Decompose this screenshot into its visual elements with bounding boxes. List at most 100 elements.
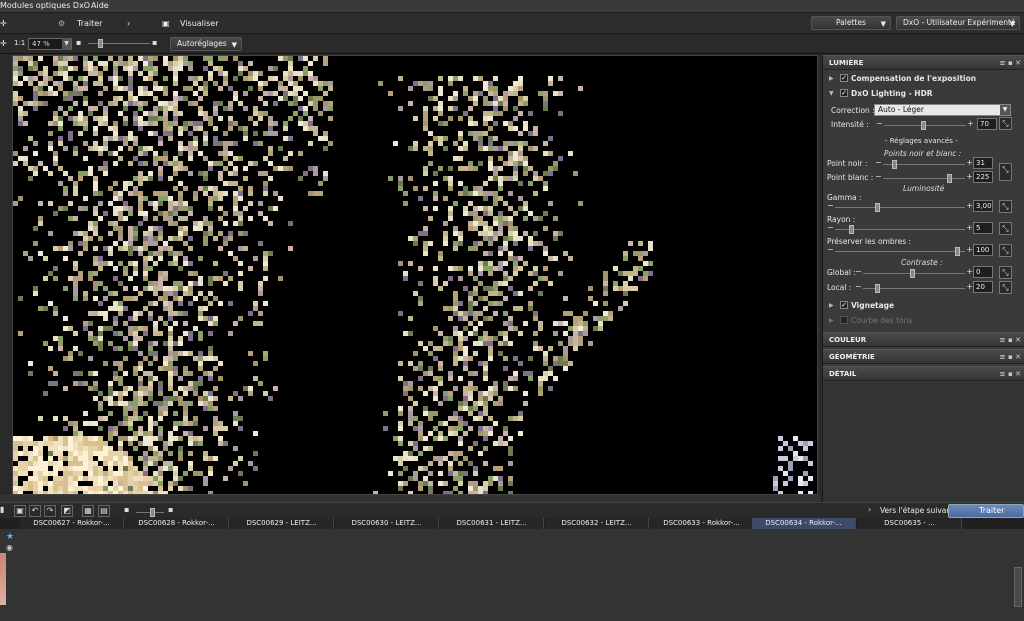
menu-item-aide[interactable]: Aide xyxy=(91,1,109,10)
thumbnail-label[interactable]: DSC00630 - LEITZ... xyxy=(335,518,439,529)
star-icon[interactable]: ★ xyxy=(6,532,14,542)
thumb-size-slider[interactable] xyxy=(136,508,164,517)
intensite-label: Intensité : xyxy=(831,120,869,129)
preserver-slider[interactable]: − + xyxy=(827,245,973,256)
picker-icon[interactable]: ⤡ xyxy=(999,244,1012,257)
point-blanc-input[interactable]: 225 xyxy=(973,171,993,183)
local-label: Local : xyxy=(827,283,852,292)
traiter-tab[interactable]: Traiter xyxy=(77,15,102,32)
photo-preview xyxy=(13,56,813,494)
thumbnail-label[interactable]: DSC00627 - Rokkor-... xyxy=(20,518,124,529)
thumbnail-label[interactable]: DSC00631 - LEITZ... xyxy=(440,518,544,529)
thumbnail-label[interactable]: DSC00635 - ... xyxy=(858,518,962,529)
intensite-slider[interactable]: − + xyxy=(876,119,974,130)
gamma-slider[interactable]: − + xyxy=(827,201,973,212)
collapse-triangle-icon[interactable]: ▼ xyxy=(829,90,834,97)
viewer-resize-handle[interactable] xyxy=(0,495,820,502)
autoreglages-dropdown[interactable]: Autoréglages ▼ xyxy=(170,37,242,51)
vignetage-checkbox[interactable]: ✓ xyxy=(840,301,848,309)
thumbnail-image[interactable] xyxy=(0,553,6,605)
foliage-pixels xyxy=(13,56,813,494)
tag-icon[interactable]: ◩ xyxy=(61,505,73,517)
ratio-button[interactable]: 1:1 xyxy=(14,35,25,52)
thumb-small-icon[interactable]: ▪ xyxy=(124,505,134,517)
palettes-dropdown[interactable]: Palettes ▼ xyxy=(811,16,891,30)
chevron-right-icon[interactable]: › xyxy=(127,15,137,32)
picker-icon[interactable]: ⤡ xyxy=(999,281,1012,294)
menu-bar: Modules optiques DxO Aide xyxy=(0,0,1024,13)
picker-icon[interactable]: ⤡ xyxy=(999,117,1012,130)
local-slider[interactable]: − + xyxy=(855,282,973,293)
gamma-input[interactable]: 3,00 xyxy=(973,200,993,212)
contraste-heading: Contraste : xyxy=(901,258,943,267)
thumbnail-label[interactable]: DSC00633 - Rokkor-... xyxy=(650,518,754,529)
expand-triangle-icon[interactable]: ▶ xyxy=(829,317,834,324)
section-controls-icon[interactable]: ≡ ▪ ✕ xyxy=(1000,367,1021,381)
local-input[interactable]: 20 xyxy=(973,281,993,293)
process-icon: ⚙ xyxy=(58,19,66,28)
point-noir-slider[interactable]: − + xyxy=(875,158,973,169)
rayon-slider[interactable]: − + xyxy=(827,223,973,234)
move-icon[interactable]: ✛ xyxy=(0,35,10,52)
section-controls-icon[interactable]: ≡ ▪ ✕ xyxy=(1000,333,1021,347)
lighting-checkbox[interactable]: ✓ xyxy=(840,89,848,97)
section-detail-title: DÉTAIL xyxy=(829,370,857,378)
point-blanc-slider[interactable]: − + xyxy=(875,172,973,183)
workspace-dropdown[interactable]: DxO - Utilisateur Expérimenté ▼ xyxy=(896,16,1020,30)
save-icon[interactable]: ▣ xyxy=(14,505,26,517)
section-detail[interactable]: DÉTAIL ≡ ▪ ✕ xyxy=(823,366,1024,381)
rotate-left-icon[interactable]: ↶ xyxy=(29,505,41,517)
compensation-checkbox[interactable]: ✓ xyxy=(840,74,848,82)
picker-icon[interactable]: ⤡ xyxy=(999,163,1012,181)
section-controls-icon[interactable]: ≡ ▪ ✕ xyxy=(1000,56,1021,70)
preserver-input[interactable]: 100 xyxy=(973,244,993,256)
next-step-link[interactable]: Vers l'étape suivante xyxy=(880,506,959,515)
zoom-in-icon[interactable]: ▪ xyxy=(152,38,162,50)
left-edge xyxy=(0,55,12,495)
menu-item-modules[interactable]: Modules optiques DxO xyxy=(0,1,90,10)
correction-value: Auto - Léger xyxy=(878,105,925,114)
delete-icon[interactable]: ▦ xyxy=(82,505,94,517)
section-lumiere[interactable]: LUMIÈRE ≡ ▪ ✕ xyxy=(823,55,1024,70)
filmstrip: ★ ◉ xyxy=(0,529,1024,621)
section-controls-icon[interactable]: ≡ ▪ ✕ xyxy=(1000,350,1021,364)
thumbnail-label-selected[interactable]: DSC00634 - Rokkor-... xyxy=(752,518,856,529)
courbe-checkbox[interactable] xyxy=(840,316,848,324)
section-couleur[interactable]: COULEUR ≡ ▪ ✕ xyxy=(823,332,1024,347)
picker-icon[interactable]: ⤡ xyxy=(999,266,1012,279)
thumbnail-label[interactable]: DSC00632 - LEITZ... xyxy=(545,518,649,529)
filter-icon[interactable]: ▤ xyxy=(98,505,110,517)
thumbnail-label-bar: DSC00627 - Rokkor-... DSC00628 - Rokkor-… xyxy=(0,518,1024,529)
global-input[interactable]: 0 xyxy=(973,266,993,278)
picker-icon[interactable]: ⤡ xyxy=(999,200,1012,213)
global-slider[interactable]: − + xyxy=(855,267,973,278)
export-icon[interactable]: ▮ xyxy=(0,505,10,517)
visualiser-tab[interactable]: Visualiser xyxy=(180,15,218,32)
correction-label: Correction : xyxy=(831,106,875,115)
filmstrip-background xyxy=(0,529,1024,621)
traiter-button[interactable]: Traiter xyxy=(948,504,1024,518)
chevron-down-icon[interactable]: ▼ xyxy=(62,38,71,50)
point-noir-input[interactable]: 31 xyxy=(973,157,993,169)
thumb-large-icon[interactable]: ▪ xyxy=(168,505,178,517)
rayon-input[interactable]: 5 xyxy=(973,222,993,234)
move-icon[interactable]: ✛ xyxy=(0,15,14,32)
filmstrip-scrollbar[interactable] xyxy=(1014,567,1022,607)
section-couleur-title: COULEUR xyxy=(829,336,867,344)
image-viewer[interactable] xyxy=(12,55,818,495)
intensite-input[interactable]: 70 xyxy=(977,118,997,130)
expand-triangle-icon[interactable]: ▶ xyxy=(829,302,834,309)
chevron-down-icon: ▼ xyxy=(231,41,237,49)
point-blanc-label: Point blanc : xyxy=(827,173,874,182)
chevron-down-icon: ▼ xyxy=(880,20,886,28)
thumbnail-label[interactable]: DSC00628 - Rokkor-... xyxy=(125,518,229,529)
zoom-slider[interactable] xyxy=(88,39,150,48)
chevron-right-icon: › xyxy=(868,505,872,514)
thumbnail-label[interactable]: DSC00629 - LEITZ... xyxy=(230,518,334,529)
expand-triangle-icon[interactable]: ▶ xyxy=(829,75,834,82)
zoom-out-icon[interactable]: ▪ xyxy=(76,38,86,50)
correction-select[interactable]: Auto - Léger ▼ xyxy=(874,104,1011,116)
rotate-right-icon[interactable]: ↷ xyxy=(44,505,56,517)
picker-icon[interactable]: ⤡ xyxy=(999,222,1012,235)
section-geometrie[interactable]: GÉOMÉTRIE ≡ ▪ ✕ xyxy=(823,349,1024,364)
